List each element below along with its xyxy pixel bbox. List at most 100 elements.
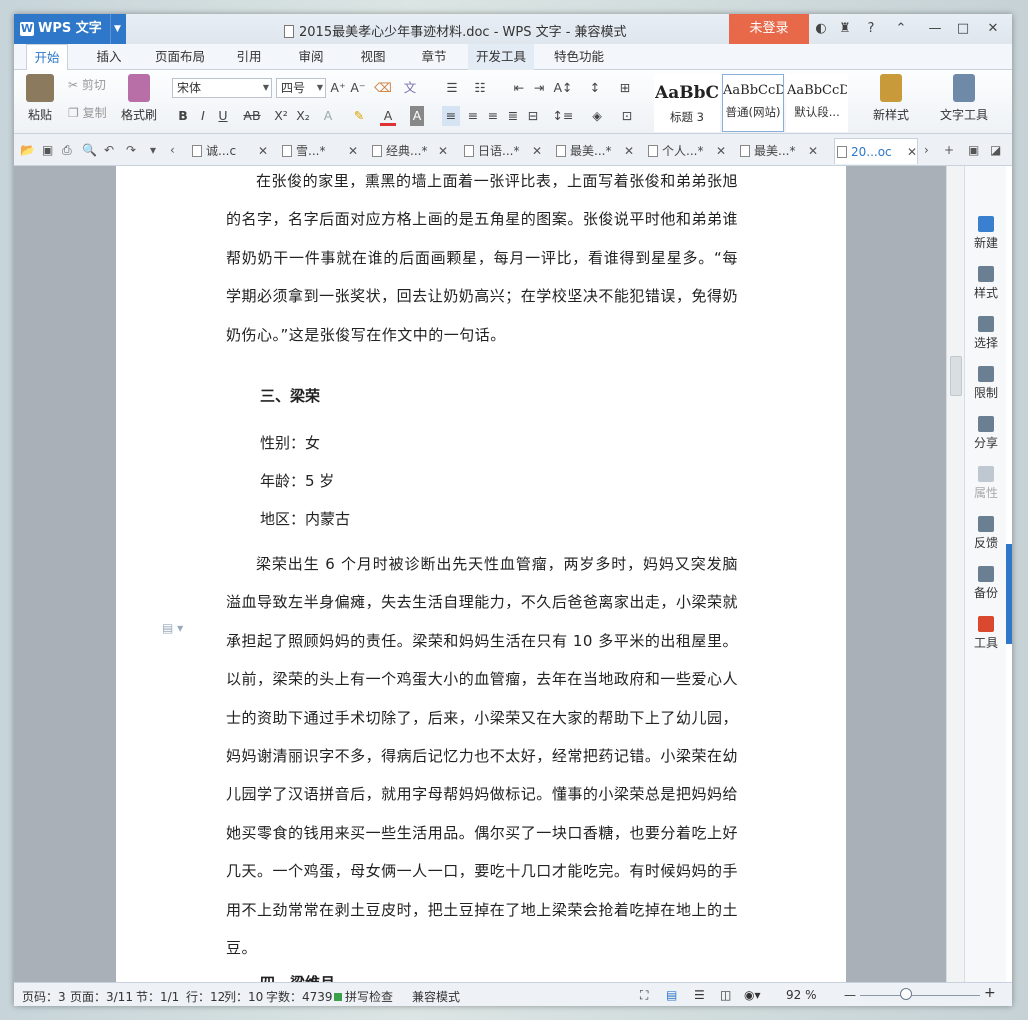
close-tab-icon[interactable]: ✕ (438, 138, 448, 164)
paste-button[interactable]: 粘贴 (20, 74, 60, 123)
doc-tab[interactable]: 经典...* ✕ (370, 138, 448, 164)
strikethrough-icon[interactable]: AB (242, 106, 262, 126)
shading-icon[interactable]: ◈ (586, 106, 608, 126)
doc-tab-active[interactable]: 20...oc ✕ (834, 138, 918, 164)
document-page[interactable]: 在张俊的家里，熏黑的墙上面着一张评比表，上面写着张俊和弟弟张旭的名字，名字后面对… (116, 166, 846, 982)
tab-insert[interactable]: 插入 (94, 44, 124, 70)
save-icon[interactable]: ▣ (42, 143, 53, 157)
side-feedback-button[interactable]: 反馈 (965, 516, 1007, 551)
zoom-slider[interactable] (860, 995, 980, 996)
decrease-indent-icon[interactable]: ⇤ (510, 78, 528, 98)
close-tab-icon[interactable]: ✕ (907, 139, 917, 165)
tab-view[interactable]: 视图 (358, 44, 388, 70)
font-size-select[interactable]: 四号 ▼ (276, 78, 326, 98)
new-style-button[interactable]: 新样式 (866, 74, 916, 123)
paragraph-options-icon[interactable]: ▤ ▾ (162, 621, 183, 635)
zoom-slider-knob[interactable] (900, 988, 912, 1000)
close-tab-icon[interactable]: ✕ (532, 138, 542, 164)
style-normal-web[interactable]: AaBbCcD 普通(网站) (722, 74, 784, 132)
distribute-icon[interactable]: ⊟ (524, 106, 542, 126)
style-heading3[interactable]: AaBbC 标题 3 (654, 74, 720, 132)
print-icon[interactable]: ⎙ (62, 143, 72, 158)
shirt-icon[interactable]: ♜ (836, 20, 854, 38)
open-icon[interactable]: 📂 (20, 143, 35, 157)
side-tools-button[interactable]: 工具 (965, 616, 1007, 651)
text-direction-icon[interactable]: A↕ (552, 78, 574, 98)
format-painter-button[interactable]: 格式刷 (116, 74, 162, 123)
highlight-icon[interactable]: ✎ (350, 106, 368, 126)
close-icon[interactable]: ✕ (984, 20, 1002, 38)
zoom-out-icon[interactable]: — (844, 988, 856, 1002)
tab-list-icon[interactable]: ▣ (968, 143, 979, 157)
phonetic-guide-icon[interactable]: 文 (398, 78, 422, 98)
tab-review[interactable]: 审阅 (296, 44, 326, 70)
sort-icon[interactable]: ↕ (586, 78, 604, 98)
login-button[interactable]: 未登录 (729, 14, 809, 44)
scrollbar-thumb[interactable] (950, 356, 962, 396)
chevron-down-icon[interactable]: ▾ (150, 143, 156, 157)
side-properties-button[interactable]: 属性 (965, 466, 1007, 501)
spell-check-toggle[interactable]: 拼写检查 (334, 988, 393, 1005)
new-tab-icon[interactable]: + (944, 143, 954, 157)
side-select-button[interactable]: 选择 (965, 316, 1007, 351)
text-effect-icon[interactable]: A (320, 106, 336, 126)
help-icon[interactable]: ? (862, 20, 880, 38)
side-new-button[interactable]: 新建 (965, 216, 1007, 251)
tab-chapter[interactable]: 章节 (419, 44, 449, 70)
superscript-icon[interactable]: X² (272, 106, 290, 126)
side-backup-button[interactable]: 备份 (965, 566, 1007, 601)
side-share-button[interactable]: 分享 (965, 416, 1007, 451)
tab-references[interactable]: 引用 (234, 44, 264, 70)
underline-icon[interactable]: U (216, 106, 230, 126)
wps-app-menu-button[interactable]: W WPS 文字 ▼ (14, 14, 126, 44)
page-view-icon[interactable]: ▤ (666, 988, 677, 1002)
maximize-icon[interactable]: □ (954, 20, 972, 38)
chevron-down-icon[interactable]: ▼ (110, 14, 124, 44)
chevron-right-icon[interactable]: › (924, 143, 929, 157)
minimize-icon[interactable]: — (926, 20, 944, 38)
zoom-level[interactable]: 92 % (786, 988, 817, 1002)
close-tab-icon[interactable]: ✕ (624, 138, 634, 164)
doc-tab[interactable]: 日语...* ✕ (462, 138, 542, 164)
tab-home[interactable]: 开始 (26, 44, 68, 70)
web-view-icon[interactable]: ◫ (720, 988, 731, 1002)
italic-icon[interactable]: I (196, 106, 210, 126)
restore-tab-icon[interactable]: ◪ (990, 143, 1001, 157)
tab-special-features[interactable]: 特色功能 (552, 44, 606, 70)
chevron-left-icon[interactable]: ‹ (170, 143, 175, 157)
side-restrict-button[interactable]: 限制 (965, 366, 1007, 401)
doc-tab[interactable]: 最美...* ✕ (554, 138, 634, 164)
close-tab-icon[interactable]: ✕ (808, 138, 818, 164)
undo-icon[interactable]: ↶ (104, 143, 114, 157)
borders-icon[interactable]: ⊡ (616, 106, 638, 126)
eye-protect-icon[interactable]: ◉▾ (744, 988, 761, 1002)
text-tools-button[interactable]: 文字工具 (932, 74, 996, 123)
numbering-icon[interactable]: ☷ (470, 78, 490, 98)
line-spacing-icon[interactable]: ↕≡ (552, 106, 574, 126)
tab-developer-tools[interactable]: 开发工具 (468, 44, 534, 70)
print-preview-icon[interactable]: 🔍 (82, 143, 97, 157)
doc-tab[interactable]: 最美...* ✕ (738, 138, 818, 164)
status-words[interactable]: 字数：4739 (266, 988, 333, 1005)
bold-icon[interactable]: B (176, 106, 190, 126)
align-right-icon[interactable]: ≡ (484, 106, 502, 126)
style-default-paragraph[interactable]: AaBbCcDd 默认段... (786, 74, 848, 132)
align-left-icon[interactable]: ≡ (442, 106, 460, 126)
align-center-icon[interactable]: ≡ (464, 106, 482, 126)
status-pages[interactable]: 页面：3/11 (70, 988, 133, 1005)
font-name-select[interactable]: 宋体 ▼ (172, 78, 272, 98)
close-tab-icon[interactable]: ✕ (716, 138, 726, 164)
side-panel-expand-handle[interactable] (1006, 544, 1012, 644)
doc-tab[interactable]: 诚...c ✕ (190, 138, 268, 164)
justify-icon[interactable]: ≣ (504, 106, 522, 126)
doc-tab[interactable]: 雪...* ✕ (280, 138, 358, 164)
copy-button[interactable]: ❐ 复制 (68, 104, 107, 122)
subscript-icon[interactable]: X₂ (294, 106, 312, 126)
font-color-icon[interactable]: A (380, 106, 396, 126)
outline-view-icon[interactable]: ☰ (694, 988, 705, 1002)
increase-indent-icon[interactable]: ⇥ (530, 78, 548, 98)
vertical-scrollbar[interactable] (946, 166, 964, 982)
side-style-button[interactable]: 样式 (965, 266, 1007, 301)
grow-font-icon[interactable]: A⁺ (330, 78, 346, 98)
collapse-ribbon-icon[interactable]: ⌃ (892, 20, 910, 38)
